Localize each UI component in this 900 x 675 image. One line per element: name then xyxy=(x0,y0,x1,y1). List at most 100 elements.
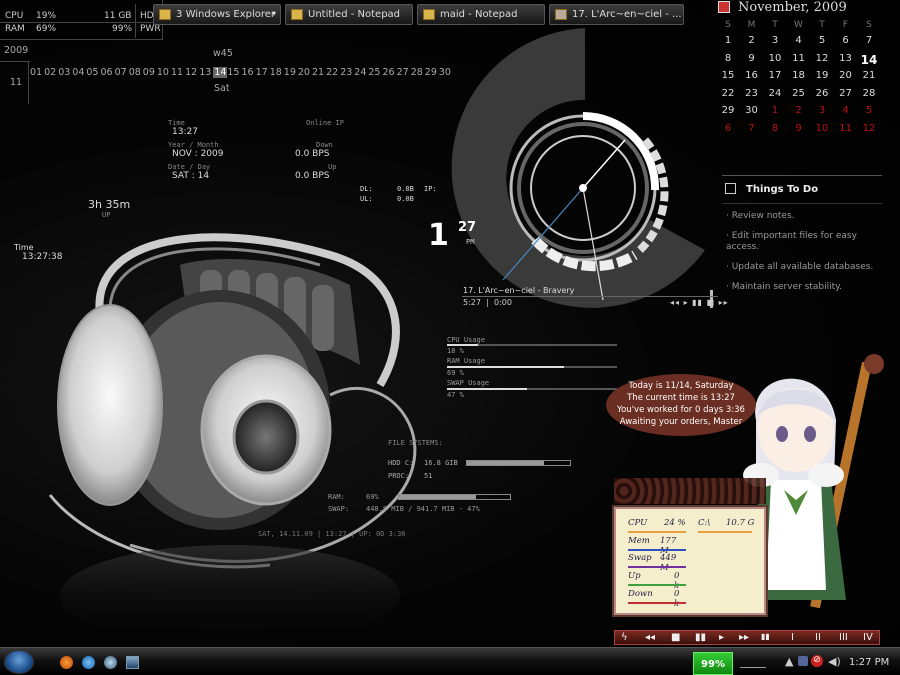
down-value: 0.0 BPS xyxy=(295,149,330,159)
calendar-day[interactable]: 12 xyxy=(859,123,879,134)
calendar-day[interactable]: 30 xyxy=(742,105,762,116)
calendar-day[interactable]: 6 xyxy=(836,35,856,46)
calendar-day[interactable]: 12 xyxy=(812,53,832,64)
calendar-day[interactable]: 24 xyxy=(765,88,785,99)
taskbar-notepad-untitled[interactable]: Untitled - Notepad xyxy=(285,4,413,25)
calendar-weekday: T xyxy=(772,20,778,30)
calendar-day[interactable]: 11 xyxy=(836,123,856,134)
tray-clock[interactable]: 1:27 PM xyxy=(849,657,889,668)
cpu-label: CPU xyxy=(5,11,24,21)
calendar-day[interactable]: 11 xyxy=(789,53,809,64)
calendar-day[interactable]: 17 xyxy=(765,70,785,81)
stop-icon[interactable]: ■ xyxy=(671,632,680,643)
ip-label: IP: xyxy=(424,185,437,193)
resource-meter: CPU 24 % C:\ 10.7 G Mem 177 M Swap 449 M… xyxy=(614,507,766,615)
calendar-day[interactable]: 25 xyxy=(789,88,809,99)
calendar-day[interactable]: 4 xyxy=(789,35,809,46)
calendar-day[interactable]: 4 xyxy=(836,105,856,116)
calendar-day[interactable]: 8 xyxy=(765,123,785,134)
roman-3[interactable]: III xyxy=(839,632,848,643)
calendar-day[interactable]: 10 xyxy=(812,123,832,134)
calendar-day[interactable]: 28 xyxy=(859,88,879,99)
taskbar-explorer[interactable]: 3 Windows Explorer ▾ xyxy=(153,4,281,25)
calendar-day[interactable]: 1 xyxy=(718,35,738,46)
calendar-day[interactable]: 15 xyxy=(718,70,738,81)
chevron-up-icon[interactable]: ▲ xyxy=(785,655,793,668)
lace-border xyxy=(614,478,766,504)
calendar-day[interactable]: 27 xyxy=(836,88,856,99)
strip-day: 10 xyxy=(156,67,169,78)
strip-day: 03 xyxy=(58,67,71,78)
roman-4[interactable]: IV xyxy=(863,632,873,643)
calendar-day[interactable]: 9 xyxy=(789,123,809,134)
start-button[interactable] xyxy=(4,650,34,674)
strip-year: 2009 xyxy=(4,45,29,56)
calendar-day[interactable]: 2 xyxy=(789,105,809,116)
ie-icon[interactable] xyxy=(82,656,95,669)
firefox-icon[interactable] xyxy=(60,656,73,669)
calendar-weekday: F xyxy=(842,20,849,30)
dl-value: 0.0B xyxy=(397,185,414,193)
calendar-weekday: T xyxy=(819,20,825,30)
network-icon[interactable] xyxy=(798,656,808,666)
calendar-day[interactable]: 7 xyxy=(742,123,762,134)
bolt-icon[interactable]: ϟ xyxy=(621,632,628,643)
calendar-day[interactable]: 3 xyxy=(812,105,832,116)
calendar-title: November, 2009 xyxy=(738,0,847,15)
explorer-count: 3 xyxy=(176,9,183,20)
roman-1[interactable]: I xyxy=(791,632,794,643)
calendar-day[interactable]: 5 xyxy=(859,105,879,116)
calendar-day[interactable]: 18 xyxy=(789,70,809,81)
calendar-day[interactable]: 29 xyxy=(718,105,738,116)
calendar-day[interactable]: 16 xyxy=(742,70,762,81)
calendar-day[interactable]: 14 xyxy=(859,53,879,67)
calendar-day[interactable]: 1 xyxy=(765,105,785,116)
taskbar-winamp[interactable]: 17. L'Arc~en~ciel - ... xyxy=(549,4,684,25)
blocks-icon[interactable]: ▮▮ xyxy=(761,632,770,641)
calendar-day[interactable]: 20 xyxy=(836,70,856,81)
volume-icon[interactable]: ◀) xyxy=(828,655,841,668)
calendar-day[interactable]: 23 xyxy=(742,88,762,99)
bubble-line: Today is 11/14, Saturday xyxy=(628,381,734,391)
calendar-day[interactable]: 10 xyxy=(765,53,785,64)
ul-value: 0.0B xyxy=(397,195,414,203)
bubble-line: Awaiting your orders, Master xyxy=(619,417,743,427)
strip-week: w45 xyxy=(213,48,233,59)
strip-day: 14 xyxy=(213,67,228,78)
up-value: 0.0 BPS xyxy=(295,171,330,181)
ram-usage-label: RAM Usage xyxy=(447,357,485,365)
player-controls[interactable]: ◂◂ ▸ ▮▮ ■ ▸▸ xyxy=(670,298,729,307)
show-desktop-icon[interactable] xyxy=(126,656,139,669)
calendar-day[interactable]: 13 xyxy=(836,53,856,64)
antivirus-icon[interactable]: ⊘ xyxy=(811,655,823,667)
calendar-day[interactable]: 26 xyxy=(812,88,832,99)
calendar-day[interactable]: 8 xyxy=(718,53,738,64)
calendar-day[interactable]: 22 xyxy=(718,88,738,99)
track-progress[interactable] xyxy=(462,296,718,297)
calendar-day[interactable]: 2 xyxy=(742,35,762,46)
calendar-day[interactable]: 5 xyxy=(812,35,832,46)
desktop: CPU 19% RAM 69% 11 GB 99% HDD PWR 2009 1… xyxy=(0,0,900,675)
folder-icon xyxy=(159,9,171,20)
calendar-day[interactable]: 3 xyxy=(765,35,785,46)
rewind-icon[interactable]: ◂◂ xyxy=(645,632,655,643)
strip-day: 15 xyxy=(227,67,240,78)
calendar-day[interactable]: 7 xyxy=(859,35,879,46)
pause-icon[interactable]: ▮▮ xyxy=(695,632,706,643)
calendar-day[interactable]: 9 xyxy=(742,53,762,64)
calendar-day[interactable]: 21 xyxy=(859,70,879,81)
fs-proc-value: 51 xyxy=(424,472,433,480)
battery-meter[interactable]: 99% xyxy=(693,652,733,675)
track-title: 17. L'Arc~en~ciel - Bravery xyxy=(463,286,575,295)
strip-day: 05 xyxy=(86,67,99,78)
roman-2[interactable]: II xyxy=(815,632,821,643)
ram-value: 69% xyxy=(36,24,57,34)
calendar-day[interactable]: 6 xyxy=(718,123,738,134)
cpu-value: 19% xyxy=(36,11,57,21)
calendar-day[interactable]: 19 xyxy=(812,70,832,81)
taskbar-notepad-maid[interactable]: maid - Notepad xyxy=(417,4,545,25)
media-player-icon[interactable] xyxy=(104,656,117,669)
forward-icon[interactable]: ▸▸ xyxy=(739,632,749,643)
play-icon[interactable]: ▸ xyxy=(719,632,724,643)
strip-day: 11 xyxy=(171,67,184,78)
